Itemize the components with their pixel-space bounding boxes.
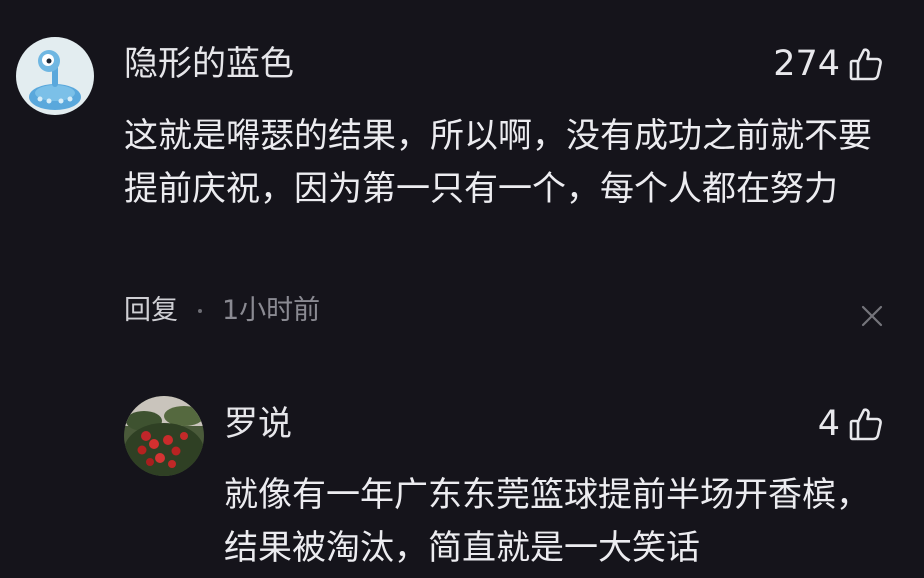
like-button[interactable]: 274: [773, 44, 884, 84]
avatar[interactable]: [16, 37, 94, 115]
thumbs-up-icon: [849, 48, 882, 81]
like-count: 4: [817, 404, 840, 444]
alien-avatar-image: [16, 37, 94, 115]
thumbs-up-icon: [849, 408, 882, 441]
comment-text: 这就是嘚瑟的结果，所以啊，没有成功之前就不要提前庆祝，因为第一只有一个，每个人都…: [124, 116, 872, 209]
reply-button[interactable]: 回复: [124, 293, 178, 329]
berries-avatar-image: [124, 396, 204, 476]
like-button[interactable]: 4: [818, 404, 884, 444]
username[interactable]: 隐形的蓝色: [124, 44, 294, 84]
separator-dot: [198, 309, 202, 313]
avatar[interactable]: [124, 396, 204, 476]
timestamp: 1小时前: [222, 295, 321, 326]
comment-meta: 回复 1小时前: [124, 293, 320, 329]
close-icon[interactable]: [860, 304, 884, 328]
like-count: 274: [773, 44, 840, 84]
username[interactable]: 罗说: [224, 404, 292, 444]
comment-text: 就像有一年广东东莞篮球提前半场开香槟，结果被淘汰，简直就是一大笑话: [224, 475, 870, 568]
